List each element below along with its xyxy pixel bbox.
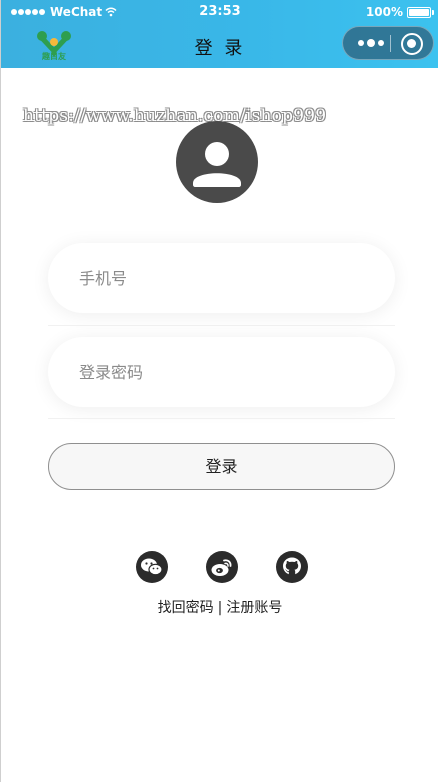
watermark-text: https://www.huzhan.com/ishop999 [23, 106, 327, 126]
status-bar: WeChat 23:53 100% [1, 0, 438, 24]
close-miniprogram-icon[interactable] [401, 33, 423, 55]
weibo-icon [211, 559, 232, 576]
header-bar: WeChat 23:53 100% 趣目友 登 录 [1, 0, 438, 68]
capsule-divider [390, 35, 391, 52]
wechat-login-button[interactable] [136, 551, 168, 583]
battery-percentage: 100% [365, 5, 403, 19]
weibo-login-button[interactable] [206, 551, 238, 583]
login-page: WeChat 23:53 100% 趣目友 登 录 https://www.hu… [0, 0, 438, 782]
user-icon [193, 142, 241, 187]
link-separator: | [217, 600, 223, 616]
more-options-icon[interactable] [353, 27, 389, 59]
github-login-button[interactable] [276, 551, 308, 583]
find-password-link[interactable]: 找回密码 [158, 597, 214, 617]
battery-icon [407, 6, 434, 18]
github-icon [283, 557, 301, 575]
divider [48, 418, 395, 419]
account-links: 找回密码 | 注册账号 [1, 597, 438, 617]
phone-field-container [48, 243, 395, 313]
avatar[interactable] [176, 121, 258, 203]
wechat-icon [141, 558, 163, 576]
password-input[interactable] [48, 337, 395, 407]
divider [48, 325, 395, 326]
password-field-container [48, 337, 395, 407]
register-link[interactable]: 注册账号 [226, 597, 282, 617]
miniprogram-capsule [342, 26, 434, 60]
login-button[interactable]: 登录 [48, 443, 395, 490]
phone-input[interactable] [48, 243, 395, 313]
battery-status: 100% [365, 5, 434, 19]
